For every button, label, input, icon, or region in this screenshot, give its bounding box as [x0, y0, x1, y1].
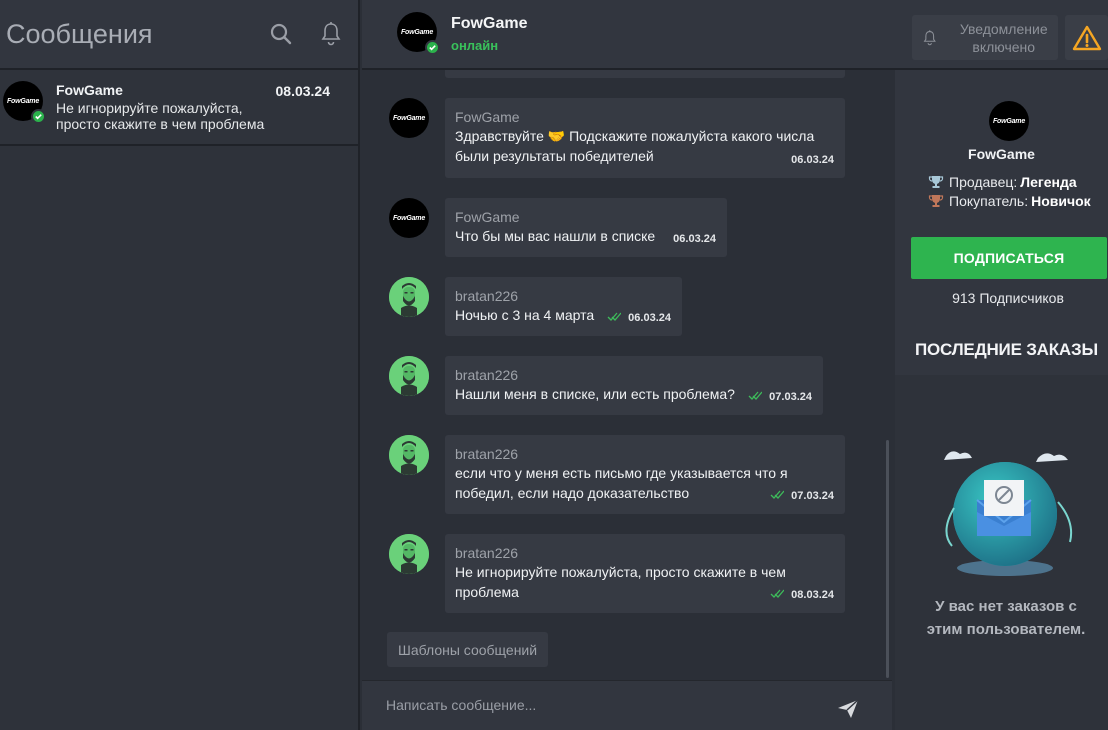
previous-message-bubble — [445, 70, 845, 78]
empty-orders-text: У вас нет заказов с этим пользователем. — [926, 598, 1086, 638]
message-author: FowGame — [455, 109, 520, 125]
messages-scrollbar[interactable] — [886, 440, 889, 678]
bearded-man-avatar-icon — [389, 356, 429, 396]
avatar — [389, 277, 429, 317]
conversation-date: 08.03.24 — [275, 83, 331, 99]
message-time: 06.03.24 — [791, 154, 834, 166]
conversations-panel: Сообщения FowGame FowGame 08.03.24 Не иг… — [0, 0, 360, 730]
subscribe-button[interactable]: ПОДПИСАТЬСЯ — [911, 237, 1107, 279]
message-composer — [362, 680, 892, 730]
message-time-text: 07.03.24 — [769, 391, 812, 403]
buyer-label: Покупатель: — [949, 193, 1029, 209]
message-time: 08.03.24 — [770, 589, 834, 601]
conversations-header: Сообщения — [0, 0, 358, 70]
buyer-rank-value: Новичок — [1031, 193, 1091, 209]
avatar-logo-text: FowGame — [392, 214, 426, 222]
message-time-text: 07.03.24 — [791, 490, 834, 502]
search-icon[interactable] — [266, 19, 296, 49]
warning-icon — [1072, 25, 1101, 50]
online-check-icon — [31, 109, 46, 124]
buyer-rank: Покупатель: Новичок — [928, 193, 1091, 209]
double-check-icon — [770, 589, 785, 601]
avatar-logo-text: FowGame — [400, 28, 434, 36]
profile-panel: FowGame FowGame Продавец: Легенда Покупат… — [895, 70, 1108, 730]
notification-toggle-button[interactable]: Уведомление включено — [912, 15, 1058, 60]
message-bubble: bratan226 Ночью с 3 на 4 марта 06.03.24 — [445, 277, 682, 336]
avatar — [389, 435, 429, 475]
avatar-logo-text: FowGame — [392, 114, 426, 122]
page-title: Сообщения — [6, 18, 153, 49]
avatar-logo-text: FowGame — [992, 117, 1026, 125]
bearded-man-avatar-icon — [389, 435, 429, 475]
message-text: Не игнорируйте пожалуйста, просто скажит… — [455, 564, 786, 600]
message-time: 07.03.24 — [770, 490, 834, 502]
bearded-man-avatar-icon — [389, 534, 429, 574]
bell-icon[interactable] — [316, 19, 346, 49]
message-bubble: bratan226 если что у меня есть письмо гд… — [445, 435, 845, 514]
empty-orders-illustration — [930, 442, 1080, 582]
message-text: если что у меня есть письмо где указывае… — [455, 465, 788, 501]
message-time-text: 06.03.24 — [628, 312, 671, 324]
double-check-icon — [770, 490, 785, 502]
app-root: Сообщения FowGame FowGame 08.03.24 Не иг… — [0, 0, 1108, 730]
seller-rank: Продавец: Легенда — [928, 174, 1077, 190]
message-time-text: 08.03.24 — [791, 589, 834, 601]
message-bubble: FowGame Что бы мы вас нашли в списке 06.… — [445, 198, 727, 257]
bell-icon — [923, 29, 936, 45]
message-author: bratan226 — [455, 288, 519, 304]
message-bubble: bratan226 Не игнорируйте пожалуйста, про… — [445, 534, 845, 613]
online-check-icon — [425, 40, 440, 55]
message-time-text: 06.03.24 — [791, 154, 834, 166]
avatar: FowGame — [389, 198, 429, 238]
avatar: FowGame — [389, 98, 429, 138]
bearded-man-avatar-icon — [389, 277, 429, 317]
avatar — [389, 356, 429, 396]
message-bubble: FowGame Здравствуйте 🤝 Подскажите пожалу… — [445, 98, 845, 178]
chat-header: FowGame FowGame онлайн Уведомление включ… — [362, 0, 1108, 70]
message-templates-button[interactable]: Шаблоны сообщений — [387, 632, 549, 667]
message-time: 06.03.24 — [607, 312, 671, 324]
trophy-icon — [928, 174, 944, 190]
message-author: bratan226 — [455, 367, 519, 383]
double-check-icon — [607, 312, 622, 324]
conversation-preview: Не игнорируйте пожалуйста, просто скажит… — [56, 100, 265, 132]
trophy-icon — [928, 193, 944, 209]
recent-orders-title: ПОСЛЕДНИЕ ЗАКАЗЫ — [915, 340, 1098, 359]
double-check-icon — [748, 391, 763, 403]
conversation-item[interactable]: FowGame FowGame 08.03.24 Не игнорируйте … — [0, 70, 358, 146]
chat-user-status: онлайн — [451, 38, 499, 53]
message-time: 07.03.24 — [748, 391, 812, 403]
seller-label: Продавец: — [949, 174, 1018, 190]
message-time: 06.03.24 — [673, 233, 716, 245]
seller-rank-value: Легенда — [1020, 174, 1077, 190]
avatar-logo-text: FowGame — [6, 97, 40, 105]
send-icon[interactable] — [836, 697, 862, 723]
messages-list[interactable]: FowGame FowGame Здравствуйте 🤝 Подскажит… — [362, 70, 892, 680]
avatar — [389, 534, 429, 574]
profile-avatar[interactable]: FowGame — [989, 101, 1029, 141]
chat-user-name[interactable]: FowGame — [451, 15, 527, 33]
notification-label: Уведомление включено — [959, 20, 1048, 55]
message-author: bratan226 — [455, 545, 519, 561]
avatar: FowGame — [3, 81, 46, 124]
message-text: Здравствуйте 🤝 Подскажите пожалуйста как… — [455, 128, 815, 164]
subscribers-count: 913 Подписчиков — [952, 290, 1064, 306]
message-author: bratan226 — [455, 446, 519, 462]
message-input[interactable] — [362, 681, 822, 729]
message-bubble: bratan226 Нашли меня в списке, или есть … — [445, 356, 823, 415]
chat-avatar[interactable]: FowGame — [397, 12, 440, 55]
report-button[interactable] — [1065, 15, 1108, 60]
profile-name[interactable]: FowGame — [895, 146, 1108, 162]
message-time-text: 06.03.24 — [673, 233, 716, 245]
message-author: FowGame — [455, 209, 520, 225]
